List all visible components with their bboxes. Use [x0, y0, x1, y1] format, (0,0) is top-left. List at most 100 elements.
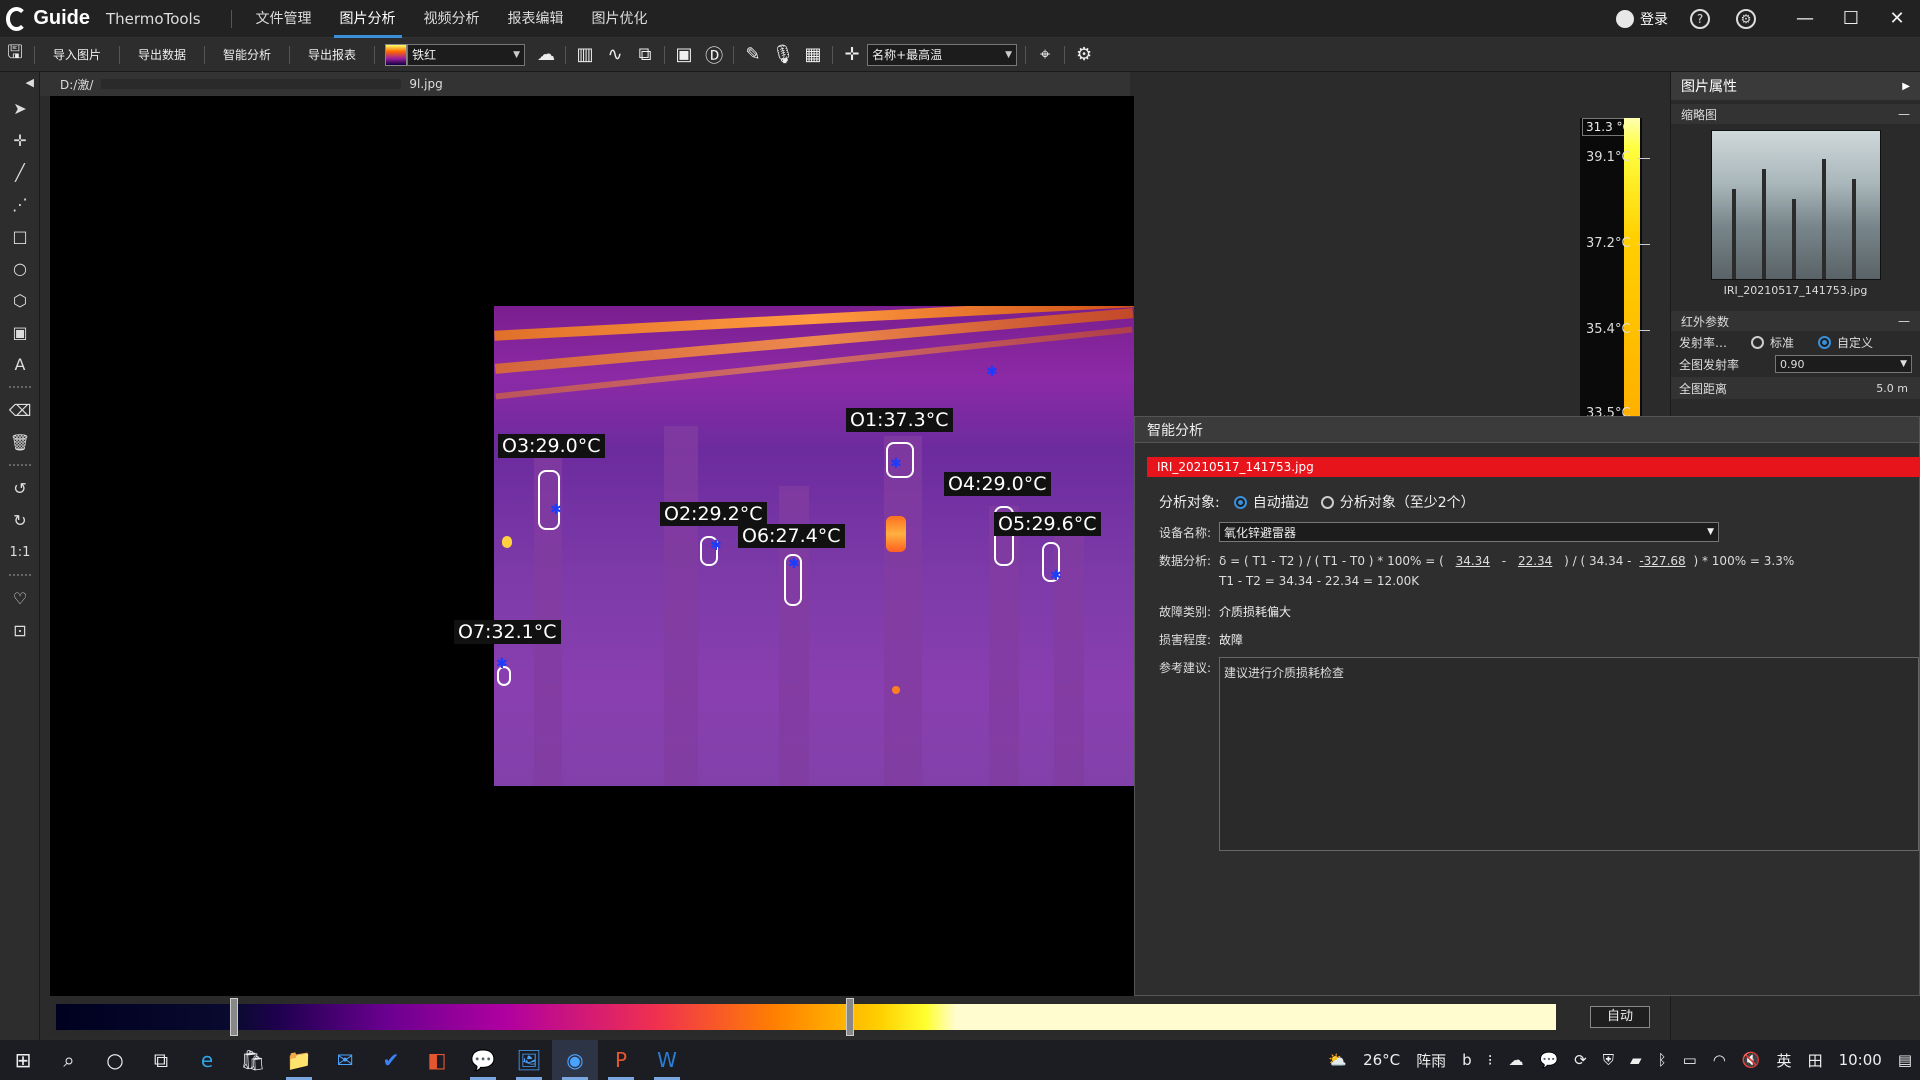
fit-screen-icon[interactable]: ⊡ [0, 614, 40, 646]
input-language[interactable]: 英 [1777, 1050, 1792, 1071]
tray-overflow-icon[interactable]: ⁝ [1488, 1051, 1493, 1069]
rotate-right-icon[interactable]: ↻ [0, 504, 40, 536]
formula-t2[interactable]: 22.34 [1518, 554, 1552, 568]
word-icon[interactable]: W [644, 1040, 690, 1080]
volume-mute-icon[interactable]: 🔇 [1742, 1051, 1761, 1069]
point-settings-icon[interactable]: ⌖ [1030, 40, 1060, 70]
todo-icon[interactable]: ✔ [368, 1040, 414, 1080]
weather-icon[interactable]: ⛅ [1328, 1051, 1347, 1069]
3d-icon[interactable]: Ⓓ [699, 40, 729, 70]
wechat-icon[interactable]: 💬 [460, 1040, 506, 1080]
wifi-icon[interactable]: ◠ [1713, 1051, 1726, 1069]
isotherm-icon[interactable]: ☁ [531, 40, 561, 70]
favorite-icon[interactable]: ♡ [0, 582, 40, 614]
export-data-button[interactable]: 导出数据 [124, 46, 200, 63]
nvidia-icon[interactable]: ▰ [1630, 1051, 1642, 1069]
clock[interactable]: 10:00 [1839, 1051, 1882, 1069]
microphone-icon[interactable]: 🎙 [768, 40, 798, 70]
roi-o3[interactable] [538, 470, 560, 530]
line-tool-icon[interactable]: ╱ [0, 156, 40, 188]
global-emissivity-select[interactable]: 0.90 ▼ [1775, 355, 1912, 373]
label-mode-select[interactable]: 名称+最高温 ▼ [867, 43, 1018, 66]
palette-swatch[interactable] [385, 43, 408, 66]
collapse-icon[interactable]: — [1898, 107, 1910, 121]
store-icon[interactable]: 🛍 [230, 1040, 276, 1080]
expand-icon[interactable]: ▶ [1902, 81, 1910, 92]
radio-manual-target[interactable] [1320, 495, 1334, 509]
formula-t0[interactable]: -327.68 [1639, 554, 1685, 568]
eraser-icon[interactable]: ⌫ [0, 394, 40, 426]
file-explorer-icon[interactable]: 📁 [276, 1040, 322, 1080]
smart-analysis-button[interactable]: 智能分析 [209, 46, 285, 63]
histogram-icon[interactable]: ▥ [570, 40, 600, 70]
collapse-icon[interactable]: — [1898, 314, 1910, 328]
task-view-icon[interactable]: ⧉ [138, 1040, 184, 1080]
help-icon[interactable]: ? [1690, 8, 1710, 29]
marker-label-o6[interactable]: O6:27.4°C [738, 524, 845, 548]
office-icon[interactable]: ◧ [414, 1040, 460, 1080]
close-button[interactable]: ✕ [1874, 8, 1920, 29]
menu-image-optimize[interactable]: 图片优化 [578, 0, 662, 38]
marker-label-o2[interactable]: O2:29.2°C [660, 502, 767, 526]
notification-icon[interactable]: ▤ [1898, 1051, 1912, 1069]
marker-label-o3[interactable]: O3:29.0°C [498, 434, 605, 458]
powerpoint-icon[interactable]: P [598, 1040, 644, 1080]
polyline-tool-icon[interactable]: ⋰ [0, 188, 40, 220]
sync-icon[interactable]: ⟳ [1574, 1051, 1587, 1069]
rotate-left-icon[interactable]: ↺ [0, 472, 40, 504]
point-tool-icon[interactable]: ✛ [0, 124, 40, 156]
marker-label-o5[interactable]: O5:29.6°C [994, 512, 1101, 536]
image-note-icon[interactable]: ▦ [798, 40, 828, 70]
range-low-handle[interactable] [230, 998, 238, 1036]
thumbnail-image[interactable] [1710, 130, 1881, 280]
select-arrow-icon[interactable]: ➤ [0, 92, 40, 124]
search-icon[interactable]: ⌕ [46, 1040, 92, 1080]
image-settings-icon[interactable]: ⚙ [1069, 40, 1099, 70]
cortana-icon[interactable]: ○ [92, 1040, 138, 1080]
global-distance-field[interactable]: 5.0 m [1775, 379, 1912, 397]
actual-size-icon[interactable]: 1:1 [0, 536, 40, 568]
menu-report-edit[interactable]: 报表编辑 [494, 0, 578, 38]
radio-custom[interactable] [1818, 335, 1831, 349]
range-high-handle[interactable] [846, 998, 854, 1036]
battery-icon[interactable]: ▭ [1683, 1051, 1697, 1069]
polygon-tool-icon[interactable]: ⬡ [0, 284, 40, 316]
import-image-button[interactable]: 导入图片 [39, 46, 115, 63]
edit-icon[interactable]: ✎ [738, 40, 768, 70]
wechat-tray-icon[interactable]: 💬 [1539, 1051, 1558, 1069]
radio-auto-outline[interactable] [1233, 495, 1247, 509]
line-chart-icon[interactable]: ∿ [600, 40, 630, 70]
menu-video-analysis[interactable]: 视频分析 [410, 0, 494, 38]
windows-start-icon[interactable]: ⊞ [0, 1040, 46, 1080]
text-tool-icon[interactable]: A [0, 348, 40, 380]
radio-standard[interactable] [1751, 335, 1764, 349]
minimize-button[interactable]: — [1782, 8, 1828, 29]
rectangle-tool-icon[interactable]: □ [0, 220, 40, 252]
marker-label-o7[interactable]: O7:32.1°C [454, 620, 561, 644]
mail-icon[interactable]: ✉ [322, 1040, 368, 1080]
save-icon[interactable]: 🖫 [0, 40, 30, 70]
auto-range-button[interactable]: 自动 [1590, 1006, 1650, 1028]
menu-file-management[interactable]: 文件管理 [242, 0, 326, 38]
marker-label-o4[interactable]: O4:29.0°C [944, 472, 1051, 496]
formula-t1[interactable]: 34.34 [1456, 554, 1490, 568]
settings-icon[interactable]: ⚙ [1736, 8, 1756, 29]
ime-grid-icon[interactable]: 田 [1808, 1050, 1823, 1071]
bluetooth-icon[interactable]: ᛒ [1658, 1051, 1667, 1069]
layers-icon[interactable]: ▣ [669, 40, 699, 70]
marker-label-o1[interactable]: O1:37.3°C [846, 408, 953, 432]
device-select[interactable]: 氧化锌避雷器 ▼ [1219, 522, 1719, 542]
delete-icon[interactable]: 🗑 [0, 426, 40, 458]
onedrive-icon[interactable]: ☁ [1508, 1051, 1523, 1069]
maximize-button[interactable]: ☐ [1828, 8, 1874, 29]
photos-icon[interactable]: 🖼 [506, 1040, 552, 1080]
trend-icon[interactable]: ⧉ [630, 40, 660, 70]
bing-icon[interactable]: b [1462, 1051, 1472, 1069]
security-icon[interactable]: ⛨ [1603, 1051, 1614, 1069]
collapse-left-icon[interactable]: ◀ [0, 72, 40, 92]
crosshair-icon[interactable]: ✛ [837, 40, 867, 70]
edge-icon[interactable]: e [184, 1040, 230, 1080]
export-report-button[interactable]: 导出报表 [294, 46, 370, 63]
advice-textarea[interactable]: 建议进行介质损耗检查 [1219, 657, 1919, 851]
login-button[interactable]: 登录 [1616, 9, 1668, 29]
